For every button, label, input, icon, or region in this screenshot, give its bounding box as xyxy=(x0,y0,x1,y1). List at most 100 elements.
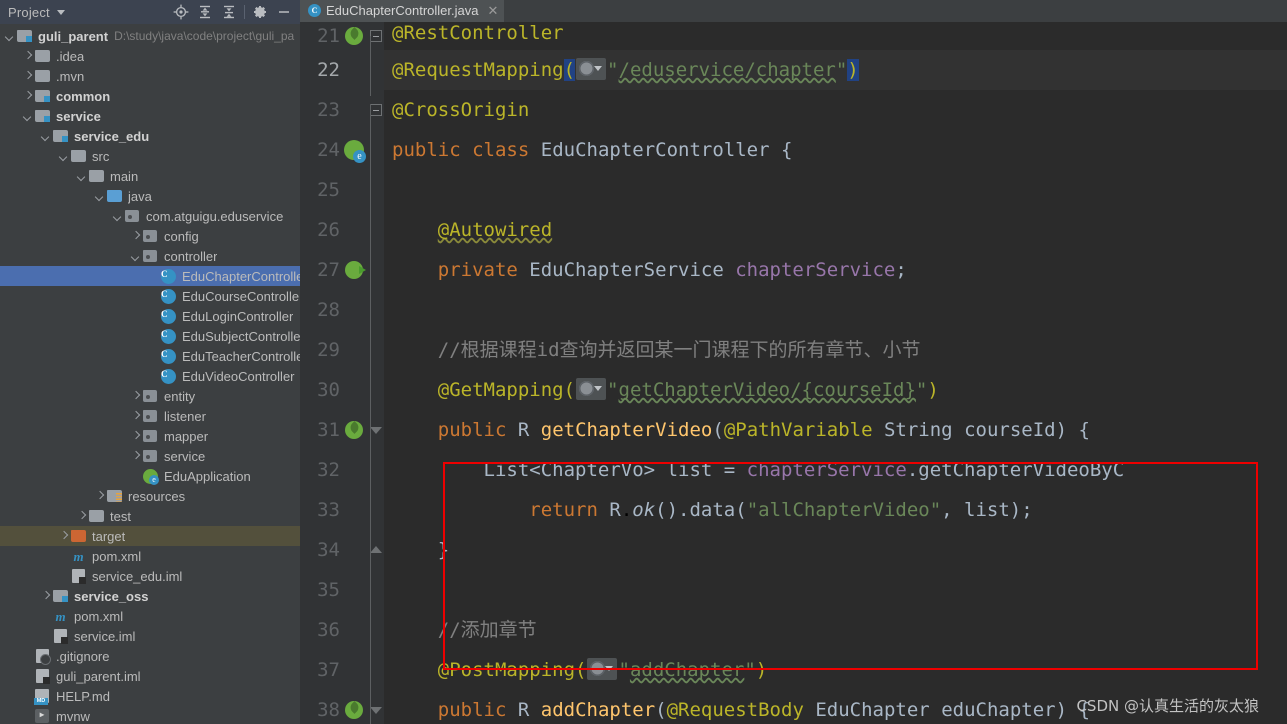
tree-node-pom-xml[interactable]: m pom.xml xyxy=(0,606,300,626)
code-line-28[interactable] xyxy=(384,290,1287,330)
tree-node-service-iml[interactable]: service.iml xyxy=(0,626,300,646)
gutter-line-24[interactable]: 24 xyxy=(300,130,384,170)
chevron-down-icon[interactable] xyxy=(130,251,141,262)
tree-node-service-oss[interactable]: service_oss xyxy=(0,586,300,606)
tree-node-eduapplication[interactable]: EduApplication xyxy=(0,466,300,486)
tree-node-educoursecontroller[interactable]: C EduCourseController xyxy=(0,286,300,306)
tree-node-test[interactable]: test xyxy=(0,506,300,526)
chevron-down-icon[interactable] xyxy=(40,131,51,142)
tree-node-service-edu[interactable]: service_edu xyxy=(0,126,300,146)
project-panel-title[interactable]: Project xyxy=(8,5,50,20)
tree-node-common[interactable]: common xyxy=(0,86,300,106)
tree-node-mapper[interactable]: mapper xyxy=(0,426,300,446)
gutter-line-22[interactable]: 22 xyxy=(300,50,384,90)
gutter-line-26[interactable]: 26 xyxy=(300,210,384,250)
gutter-line-33[interactable]: 33 xyxy=(300,490,384,530)
code-line-21[interactable]: @RestController xyxy=(384,22,1287,50)
gutter-line-31[interactable]: 31 xyxy=(300,410,384,450)
chevron-right-icon[interactable] xyxy=(130,411,141,422)
code-line-24[interactable]: public class EduChapterController { xyxy=(384,130,1287,170)
tree-node-educhaptercontroller[interactable]: C EduChapterController xyxy=(0,266,300,286)
project-tree[interactable]: guli_parent D:\study\java\code\project\gu… xyxy=(0,24,300,724)
close-icon[interactable]: ✕ xyxy=(487,4,498,17)
gutter-line-37[interactable]: 37 xyxy=(300,650,384,690)
chevron-right-icon[interactable] xyxy=(130,451,141,462)
code-line-23[interactable]: @CrossOrigin xyxy=(384,90,1287,130)
gutter-line-34[interactable]: 34 xyxy=(300,530,384,570)
tree-node-main[interactable]: main xyxy=(0,166,300,186)
chevron-right-icon[interactable] xyxy=(58,531,69,542)
tree-node-service[interactable]: service xyxy=(0,106,300,126)
chevron-right-icon[interactable] xyxy=(130,391,141,402)
tree-node-mvnw[interactable]: ▶ mvnw xyxy=(0,706,300,724)
chevron-right-icon[interactable] xyxy=(76,511,87,522)
chevron-right-icon[interactable] xyxy=(130,231,141,242)
gutter-line-23[interactable]: 23 xyxy=(300,90,384,130)
tree-node-entity[interactable]: entity xyxy=(0,386,300,406)
chevron-right-icon[interactable] xyxy=(130,431,141,442)
chevron-down-icon[interactable] xyxy=(112,211,123,222)
web-url-icon[interactable] xyxy=(576,378,607,400)
spring-bean-icon[interactable] xyxy=(342,27,366,45)
gutter-line-29[interactable]: 29 xyxy=(300,330,384,370)
gutter-line-35[interactable]: 35 xyxy=(300,570,384,610)
spring-autowired-icon[interactable] xyxy=(342,261,366,279)
tree-node-java[interactable]: java xyxy=(0,186,300,206)
tree-node--mvn[interactable]: .mvn xyxy=(0,66,300,86)
code-line-35[interactable] xyxy=(384,570,1287,610)
editor-gutter[interactable]: 2122232425262728293031323334353637383940… xyxy=(300,22,384,724)
chevron-down-icon[interactable] xyxy=(22,111,33,122)
tree-node-pom-xml[interactable]: m pom.xml xyxy=(0,546,300,566)
tree-node-edusubjectcontroller[interactable]: C EduSubjectController xyxy=(0,326,300,346)
gutter-line-36[interactable]: 36 xyxy=(300,610,384,650)
tree-node--gitignore[interactable]: .gitignore xyxy=(0,646,300,666)
chevron-right-icon[interactable] xyxy=(22,91,33,102)
code-line-26[interactable]: @Autowired xyxy=(384,210,1287,250)
tree-node-help-md[interactable]: HELP.md xyxy=(0,686,300,706)
tree-node-guli-parent[interactable]: guli_parent D:\study\java\code\project\gu… xyxy=(0,26,300,46)
gutter-line-30[interactable]: 30 xyxy=(300,370,384,410)
web-url-icon[interactable] xyxy=(587,658,618,680)
code-line-30[interactable]: @GetMapping("getChapterVideo/{courseId}"… xyxy=(384,370,1287,410)
code-line-25[interactable] xyxy=(384,170,1287,210)
tree-node-controller[interactable]: controller xyxy=(0,246,300,266)
code-line-31[interactable]: public R getChapterVideo(@PathVariable S… xyxy=(384,410,1287,450)
tree-node-src[interactable]: src xyxy=(0,146,300,166)
tree-node-target[interactable]: target xyxy=(0,526,300,546)
chevron-down-icon[interactable] xyxy=(58,151,69,162)
tree-node--idea[interactable]: .idea xyxy=(0,46,300,66)
expand-all-icon[interactable] xyxy=(193,1,217,23)
chevron-right-icon[interactable] xyxy=(22,71,33,82)
gutter-line-21[interactable]: 21 xyxy=(300,22,384,50)
collapse-all-icon[interactable] xyxy=(217,1,241,23)
spring-boot-run-icon[interactable] xyxy=(342,140,366,163)
tree-node-resources[interactable]: resources xyxy=(0,486,300,506)
chevron-right-icon[interactable] xyxy=(40,591,51,602)
web-url-icon[interactable] xyxy=(576,58,607,80)
chevron-down-icon[interactable] xyxy=(76,171,87,182)
gutter-line-27[interactable]: 27 xyxy=(300,250,384,290)
code-content[interactable]: @RestController @RequestMapping("/eduserv… xyxy=(384,22,1287,724)
code-line-27[interactable]: private EduChapterService chapterService… xyxy=(384,250,1287,290)
code-line-29[interactable]: //根据课程id查询并返回某一门课程下的所有章节、小节 xyxy=(384,330,1287,370)
code-line-33[interactable]: return R.ok().data("allChapterVideo", li… xyxy=(384,490,1287,530)
gutter-line-32[interactable]: 32 xyxy=(300,450,384,490)
chevron-down-icon[interactable] xyxy=(56,9,65,15)
code-line-37[interactable]: @PostMapping("addChapter") xyxy=(384,650,1287,690)
chevron-right-icon[interactable] xyxy=(22,51,33,62)
gear-icon[interactable] xyxy=(248,1,272,23)
code-line-34[interactable]: } xyxy=(384,530,1287,570)
tab-educhaptercontroller[interactable]: C EduChapterController.java ✕ xyxy=(300,0,505,22)
locate-icon[interactable] xyxy=(169,1,193,23)
tree-node-edulogincontroller[interactable]: C EduLoginController xyxy=(0,306,300,326)
tree-node-service-edu-iml[interactable]: service_edu.iml xyxy=(0,566,300,586)
tree-node-listener[interactable]: listener xyxy=(0,406,300,426)
gutter-line-38[interactable]: 38 xyxy=(300,690,384,724)
chevron-right-icon[interactable] xyxy=(94,491,105,502)
gutter-line-25[interactable]: 25 xyxy=(300,170,384,210)
tree-node-guli-parent-iml[interactable]: guli_parent.iml xyxy=(0,666,300,686)
code-line-22[interactable]: @RequestMapping("/eduservice/chapter") xyxy=(384,50,1287,90)
tree-node-eduteachercontroller[interactable]: C EduTeacherController xyxy=(0,346,300,366)
tree-node-config[interactable]: config xyxy=(0,226,300,246)
chevron-down-icon[interactable] xyxy=(4,31,15,42)
